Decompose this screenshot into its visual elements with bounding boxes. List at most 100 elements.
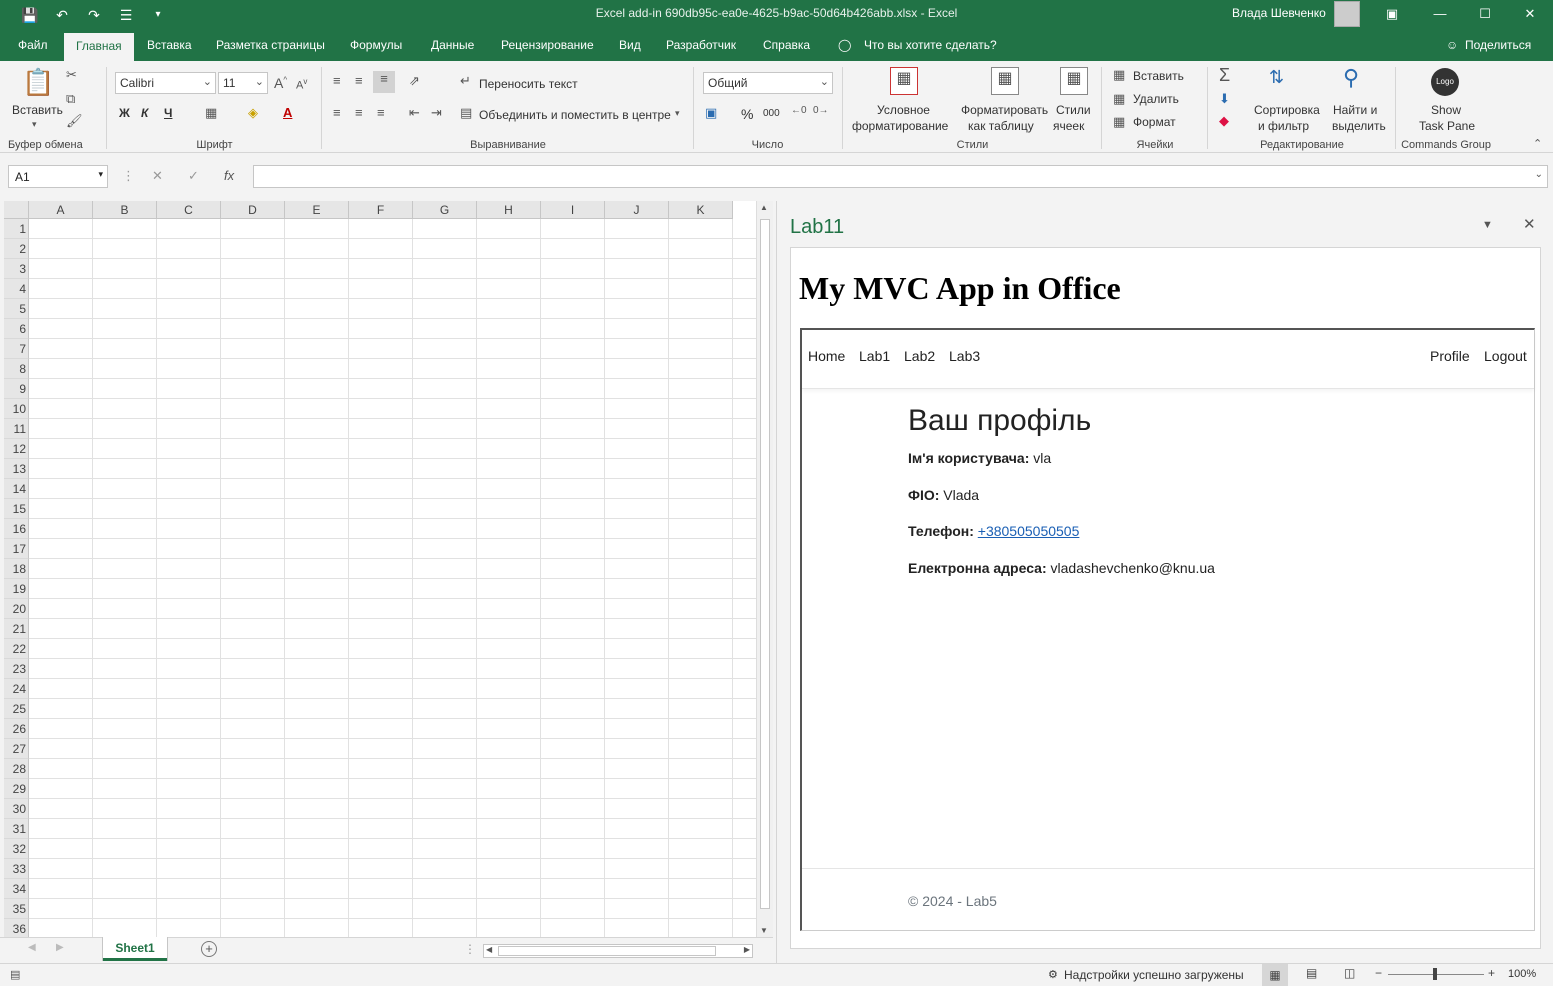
- row-header[interactable]: 31: [4, 819, 29, 839]
- row-header[interactable]: 16: [4, 519, 29, 539]
- scroll-right-icon[interactable]: ▶: [744, 945, 750, 954]
- row-header[interactable]: 35: [4, 899, 29, 919]
- tab-developer[interactable]: Разработчик: [666, 38, 736, 52]
- wrap-text-button[interactable]: Переносить текст: [479, 77, 578, 91]
- row-header[interactable]: 10: [4, 399, 29, 419]
- nav-lab3[interactable]: Lab3: [949, 348, 980, 364]
- zoom-in-icon[interactable]: +: [1488, 966, 1495, 980]
- format-cells-button[interactable]: Формат: [1133, 115, 1176, 129]
- cell-styles-line2[interactable]: ячеек: [1053, 119, 1084, 133]
- tab-review[interactable]: Рецензирование: [501, 38, 594, 52]
- expand-formula-icon[interactable]: ⌄: [1535, 169, 1543, 180]
- zoom-out-icon[interactable]: −: [1375, 966, 1382, 980]
- avatar[interactable]: [1334, 1, 1360, 27]
- font-color-icon[interactable]: A: [283, 105, 292, 120]
- row-header[interactable]: 13: [4, 459, 29, 479]
- ribbon-display-options-icon[interactable]: ▣: [1380, 3, 1404, 25]
- row-header[interactable]: 1: [4, 219, 29, 239]
- row-header[interactable]: 6: [4, 319, 29, 339]
- bold-button[interactable]: Ж: [119, 106, 130, 120]
- cell-styles-line1[interactable]: Стили: [1056, 103, 1091, 117]
- autosum-icon[interactable]: Σ: [1219, 65, 1230, 86]
- cancel-icon[interactable]: ✕: [152, 168, 163, 184]
- horizontal-scrollbar[interactable]: ◀ ▶: [483, 944, 753, 958]
- sort-filter-line1[interactable]: Сортировка: [1254, 103, 1320, 117]
- share-button[interactable]: Поделиться: [1465, 38, 1531, 52]
- align-middle-icon[interactable]: ≡: [355, 73, 363, 88]
- format-as-table-line2[interactable]: как таблицу: [968, 119, 1034, 133]
- align-top-icon[interactable]: ≡: [333, 73, 341, 88]
- row-header[interactable]: 24: [4, 679, 29, 699]
- insert-function-button[interactable]: fx: [224, 168, 234, 183]
- font-name-combo[interactable]: Calibri ⌄: [115, 72, 216, 94]
- increase-decimal-icon[interactable]: ←0: [791, 105, 807, 116]
- page-layout-view-icon[interactable]: ▤: [1306, 966, 1317, 980]
- row-header[interactable]: 29: [4, 779, 29, 799]
- column-header[interactable]: F: [349, 201, 413, 219]
- clear-icon[interactable]: ◆: [1219, 113, 1229, 129]
- minimize-icon[interactable]: —: [1428, 3, 1452, 25]
- format-as-table-icon[interactable]: ▦: [991, 67, 1019, 95]
- align-bottom-icon[interactable]: ≡: [373, 71, 395, 93]
- fill-icon[interactable]: ⬇: [1219, 91, 1230, 107]
- row-header[interactable]: 7: [4, 339, 29, 359]
- row-header[interactable]: 22: [4, 639, 29, 659]
- conditional-format-icon[interactable]: ▦: [890, 67, 918, 95]
- format-as-table-line1[interactable]: Форматировать: [961, 103, 1048, 117]
- vertical-scrollbar[interactable]: ▲ ▼: [756, 201, 773, 937]
- tab-data[interactable]: Данные: [431, 38, 474, 52]
- cells-area[interactable]: [29, 219, 756, 937]
- tab-file[interactable]: Файл: [18, 38, 48, 52]
- row-header[interactable]: 5: [4, 299, 29, 319]
- row-header[interactable]: 17: [4, 539, 29, 559]
- worksheet-grid[interactable]: ABCDEFGHIJK 1 2 3 4 5 6 7 8 9 10 11 12 13 14 15 16 17 18 1…: [4, 201, 756, 937]
- find-select-icon[interactable]: ⚲: [1343, 65, 1359, 91]
- row-header[interactable]: 30: [4, 799, 29, 819]
- split-handle-icon[interactable]: ⋮: [464, 942, 476, 956]
- tab-help[interactable]: Справка: [763, 38, 810, 52]
- row-header[interactable]: 4: [4, 279, 29, 299]
- show-taskpane-line1[interactable]: Show: [1431, 103, 1461, 117]
- merge-dropdown-icon[interactable]: ▾: [675, 108, 680, 119]
- nav-lab2[interactable]: Lab2: [904, 348, 935, 364]
- percent-button[interactable]: %: [741, 106, 753, 122]
- thousands-button[interactable]: 000: [763, 108, 780, 119]
- collapse-ribbon-icon[interactable]: ⌃: [1533, 137, 1542, 150]
- row-header[interactable]: 27: [4, 739, 29, 759]
- paste-dropdown-icon[interactable]: ▾: [32, 119, 37, 130]
- conditional-format-line2[interactable]: форматирование: [852, 119, 948, 133]
- column-header[interactable]: J: [605, 201, 669, 219]
- nav-profile[interactable]: Profile: [1430, 348, 1470, 364]
- align-right-icon[interactable]: ≡: [377, 105, 385, 120]
- tab-page-layout[interactable]: Разметка страницы: [216, 38, 325, 52]
- conditional-format-line1[interactable]: Условное: [877, 103, 930, 117]
- row-header[interactable]: 28: [4, 759, 29, 779]
- zoom-level[interactable]: 100%: [1508, 968, 1536, 980]
- insert-cells-button[interactable]: Вставить: [1133, 69, 1184, 83]
- row-header[interactable]: 34: [4, 879, 29, 899]
- row-header[interactable]: 18: [4, 559, 29, 579]
- tab-insert[interactable]: Вставка: [147, 38, 192, 52]
- decrease-font-icon[interactable]: Av: [296, 77, 307, 92]
- underline-button[interactable]: Ч: [164, 106, 172, 120]
- paste-icon[interactable]: 📋: [22, 67, 54, 99]
- orientation-icon[interactable]: ⇗: [409, 73, 420, 89]
- row-header[interactable]: 36: [4, 919, 29, 937]
- row-header[interactable]: 26: [4, 719, 29, 739]
- italic-button[interactable]: К: [141, 106, 148, 120]
- increase-indent-icon[interactable]: ⇥: [431, 105, 442, 121]
- row-header[interactable]: 3: [4, 259, 29, 279]
- tab-formulas[interactable]: Формулы: [350, 38, 402, 52]
- decrease-decimal-icon[interactable]: 0→: [813, 105, 829, 116]
- phone-link[interactable]: +380505050505: [978, 523, 1080, 539]
- cut-icon[interactable]: ✂: [66, 67, 77, 83]
- scroll-left-icon[interactable]: ◀: [486, 945, 492, 954]
- align-center-icon[interactable]: ≡: [355, 105, 363, 120]
- scroll-thumb[interactable]: [760, 219, 770, 909]
- column-header[interactable]: G: [413, 201, 477, 219]
- find-select-line2[interactable]: выделить: [1332, 119, 1386, 133]
- paste-button[interactable]: Вставить: [12, 103, 63, 117]
- increase-font-icon[interactable]: A^: [274, 75, 287, 91]
- nav-logout[interactable]: Logout: [1484, 348, 1527, 364]
- row-header[interactable]: 19: [4, 579, 29, 599]
